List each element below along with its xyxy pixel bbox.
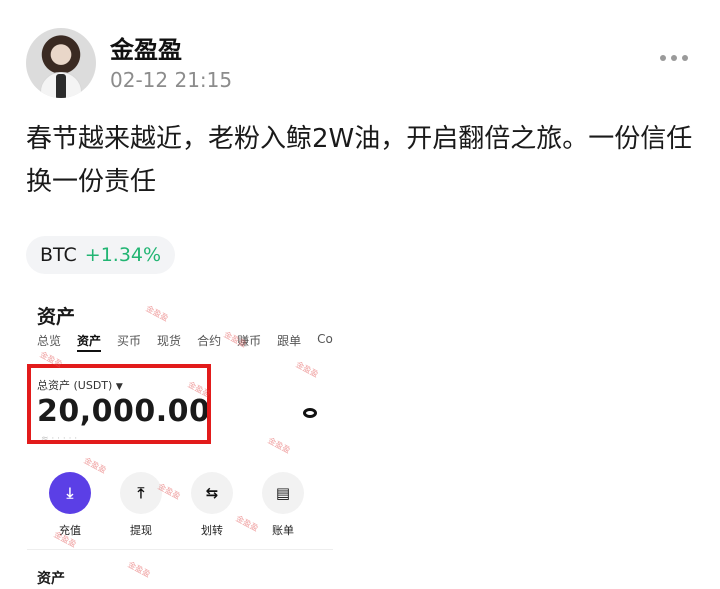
deposit-icon: ⤓: [49, 472, 91, 514]
deposit-button[interactable]: ⤓ 充值: [49, 472, 91, 538]
watermark: 金盈盈: [294, 359, 320, 380]
tab-buy-crypto[interactable]: 买币: [117, 332, 141, 349]
tab-more[interactable]: Co: [317, 332, 333, 349]
withdraw-button[interactable]: ⤒ 提现: [120, 472, 162, 538]
tab-contract[interactable]: 合约: [197, 332, 221, 349]
deposit-label: 充值: [59, 524, 81, 537]
watermark: 金盈盈: [144, 303, 170, 324]
screenshot-tabs: 总览 资产 买币 现货 合约 赚币 跟单 Co: [37, 332, 333, 349]
tab-assets[interactable]: 资产: [77, 332, 101, 349]
tab-copy-trade[interactable]: 跟单: [277, 332, 301, 349]
more-options-icon[interactable]: [660, 55, 688, 61]
watermark: 金盈盈: [126, 559, 152, 580]
withdraw-icon: ⤒: [120, 472, 162, 514]
highlight-box: [27, 364, 211, 444]
author-name[interactable]: 金盈盈: [110, 30, 182, 65]
action-row: ⤓ 充值 ⤒ 提现 ⇆ 划转 ▤ 账单: [49, 472, 304, 538]
ticker-change: +1.34%: [84, 244, 162, 266]
transfer-icon: ⇆: [191, 472, 233, 514]
transfer-label: 划转: [201, 524, 223, 537]
active-tab-indicator: [77, 350, 101, 352]
withdraw-label: 提现: [130, 524, 152, 537]
bill-label: 账单: [272, 524, 294, 537]
ticker-chip[interactable]: BTC +1.34%: [26, 236, 176, 274]
tab-spot[interactable]: 现货: [157, 332, 181, 349]
embedded-screenshot[interactable]: 资产 总览 资产 买币 现货 合约 赚币 跟单 Co 总资产 (USDT) ▼ …: [27, 282, 333, 589]
tab-earn[interactable]: 赚币: [237, 332, 261, 349]
screenshot-title: 资产: [37, 306, 76, 328]
tab-overview[interactable]: 总览: [37, 332, 61, 349]
author-avatar[interactable]: [26, 28, 96, 98]
post-text: 春节越来越近，老粉入鲸2W油，开启翻倍之旅。一份信任换一份责任: [26, 124, 693, 197]
post-timestamp: 02-12 21:15: [110, 68, 233, 92]
transfer-button[interactable]: ⇆ 划转: [191, 472, 233, 538]
eye-icon[interactable]: [303, 408, 317, 418]
ticker-symbol: BTC: [40, 244, 77, 266]
avatar-figure-detail: [56, 74, 66, 98]
bill-icon: ▤: [262, 472, 304, 514]
section-divider: [27, 549, 333, 550]
bill-button[interactable]: ▤ 账单: [262, 472, 304, 538]
assets-section-title: 资产: [37, 571, 65, 587]
watermark: 金盈盈: [266, 435, 292, 456]
screenshot-status-bar: [27, 282, 333, 292]
